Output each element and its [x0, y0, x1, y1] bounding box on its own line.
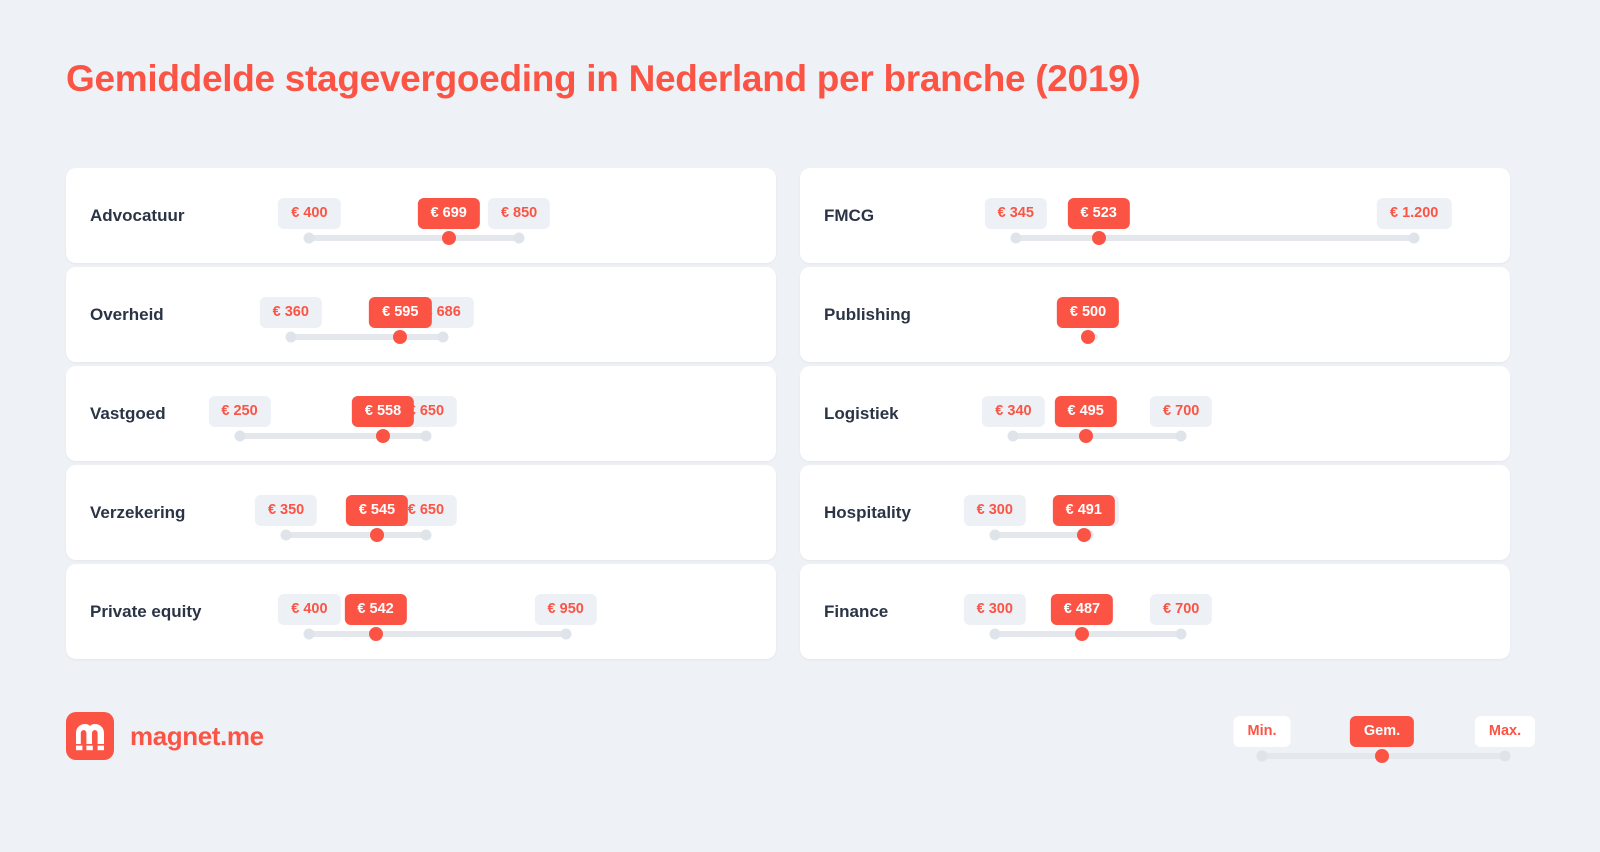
range-slider: € 300€ 500€ 491: [800, 465, 1510, 560]
slider-dot-min[interactable]: [280, 529, 292, 541]
value-badge-min: € 340: [982, 396, 1045, 427]
branch-card: Private equity € 400 € 950 € 542: [66, 564, 776, 659]
value-badge-min: € 300: [963, 495, 1026, 526]
value-badge-mean: € 558: [351, 396, 415, 427]
value-badge-max: € 700: [1150, 594, 1213, 625]
slider-dot-mean[interactable]: [1076, 528, 1091, 542]
slider-track[interactable]: [239, 433, 426, 439]
slider-track[interactable]: [309, 631, 566, 637]
legend-dot-min: [1256, 750, 1268, 762]
legend-dot-mean: [1375, 749, 1389, 763]
branch-card: Hospitality€ 300€ 500€ 491: [800, 465, 1510, 560]
range-slider: € 250 € 650 € 558: [66, 366, 776, 461]
value-badge-min: € 350: [254, 495, 318, 526]
range-slider: € 345 € 1.200 € 523: [800, 168, 1510, 263]
slider-dot-max[interactable]: [1175, 628, 1187, 640]
slider-dot-min[interactable]: [989, 529, 1001, 541]
cards-column-left: Advocatuur € 400 € 850 € 699 Overheid € 360 € …: [66, 168, 776, 659]
value-badge-mean: € 542: [344, 594, 407, 625]
legend-badge-min: Min.: [1233, 716, 1291, 747]
slider-dot-min[interactable]: [303, 628, 315, 640]
value-badge-max: € 850: [487, 198, 551, 229]
slider-dot-mean[interactable]: [1074, 627, 1089, 641]
slider-dot-min[interactable]: [303, 232, 315, 244]
slider-dot-mean[interactable]: [1081, 330, 1095, 344]
slider-dot-max[interactable]: [437, 331, 449, 343]
slider-track[interactable]: [1013, 433, 1182, 439]
slider-dot-mean[interactable]: [368, 627, 383, 641]
slider-track[interactable]: [290, 334, 443, 340]
value-badge-min: € 400: [278, 594, 341, 625]
slider-dot-mean[interactable]: [376, 429, 391, 443]
branch-card: Advocatuur € 400 € 850 € 699: [66, 168, 776, 263]
branch-card: Finance € 300 € 700 € 487: [800, 564, 1510, 659]
slider-dot-max[interactable]: [420, 529, 432, 541]
cards-grid: Advocatuur € 400 € 850 € 699 Overheid € 360 € …: [0, 168, 1600, 659]
slider-dot-max[interactable]: [560, 628, 572, 640]
footer: magnet.me Min. Gem. Max.: [0, 692, 1600, 852]
slider-track[interactable]: [286, 532, 426, 538]
value-badge-mean: € 500: [1056, 297, 1120, 328]
slider-dot-min[interactable]: [989, 628, 1001, 640]
branch-card: FMCG € 345 € 1.200 € 523: [800, 168, 1510, 263]
branch-card: Verzekering € 350 € 650 € 545: [66, 465, 776, 560]
cards-column-right: FMCG€ 345€ 1.200€ 523Publishing€ 500€ 50…: [800, 168, 1510, 659]
legend: Min. Gem. Max.: [1208, 702, 1536, 782]
branch-card: Logistiek € 340 € 700 € 495: [800, 366, 1510, 461]
range-slider: € 340 € 700 € 495: [800, 366, 1510, 461]
brand-wordmark: magnet.me: [130, 720, 264, 751]
value-badge-min: € 345: [984, 198, 1047, 229]
slider-dot-mean[interactable]: [1091, 231, 1106, 245]
brand-logo: magnet.me: [66, 712, 264, 760]
slider-dot-max[interactable]: [420, 430, 432, 442]
slider-dot-mean[interactable]: [393, 330, 408, 344]
slider-dot-max[interactable]: [1175, 430, 1187, 442]
slider-dot-min[interactable]: [234, 430, 245, 442]
range-slider: € 300 € 700 € 487: [800, 564, 1510, 659]
value-badge-mean: € 487: [1050, 594, 1114, 625]
value-badge-min: € 250: [208, 396, 271, 427]
value-badge-max: € 950: [534, 594, 597, 625]
page-title: Gemiddelde stagevergoeding in Nederland …: [66, 58, 1141, 99]
value-badge-min: € 400: [278, 198, 341, 229]
value-badge-mean: € 523: [1067, 198, 1130, 229]
slider-track[interactable]: [1015, 235, 1415, 241]
slider-dot-mean[interactable]: [1078, 429, 1093, 443]
range-slider: € 400 € 850 € 699: [66, 168, 776, 263]
value-badge-max: € 700: [1150, 396, 1213, 427]
slider-dot-min[interactable]: [1007, 430, 1019, 442]
value-badge-mean: € 495: [1054, 396, 1117, 427]
slider-track[interactable]: [994, 532, 1088, 538]
range-slider: € 400 € 950 € 542: [66, 564, 776, 659]
value-badge-mean: € 491: [1052, 495, 1115, 526]
value-badge-min: € 300: [963, 594, 1026, 625]
branch-card: Publishing€ 500€ 500€ 500: [800, 267, 1510, 362]
slider-dot-mean[interactable]: [441, 231, 456, 245]
legend-dot-max: [1499, 750, 1511, 762]
slider-dot-max[interactable]: [513, 232, 525, 244]
range-slider: € 350 € 650 € 545: [66, 465, 776, 560]
branch-card: Overheid € 360 € 686 € 595: [66, 267, 776, 362]
branch-card: Vastgoed € 250 € 650 € 558: [66, 366, 776, 461]
slider-dot-min[interactable]: [285, 331, 297, 343]
magnet-m-icon: [66, 712, 114, 760]
range-slider: € 360 € 686 € 595: [66, 267, 776, 362]
range-slider: € 500€ 500€ 500: [800, 267, 1510, 362]
value-badge-mean: € 595: [369, 297, 432, 328]
slider-track[interactable]: [309, 235, 520, 241]
value-badge-min: € 360: [259, 297, 322, 328]
value-badge-mean: € 545: [345, 495, 409, 526]
legend-badge-mean: Gem.: [1349, 716, 1415, 747]
legend-badge-max: Max.: [1474, 716, 1536, 747]
value-badge-max: € 1.200: [1376, 198, 1452, 229]
slider-dot-max[interactable]: [1408, 232, 1420, 244]
value-badge-mean: € 699: [417, 198, 480, 229]
slider-dot-mean[interactable]: [369, 528, 384, 542]
slider-dot-min[interactable]: [1010, 232, 1022, 244]
